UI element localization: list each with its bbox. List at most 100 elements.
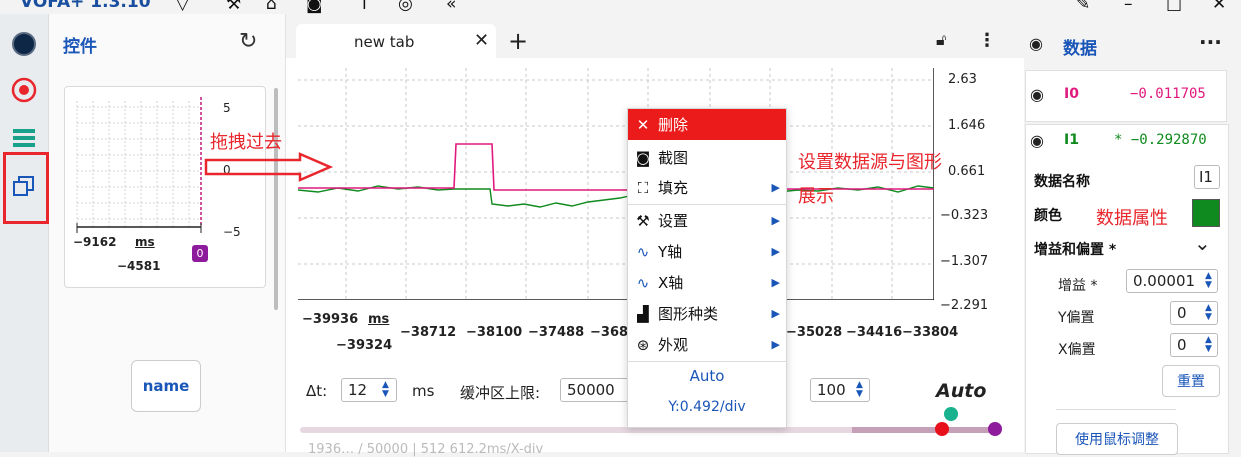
channel-row-i1[interactable]: ◉ I1 * −0.292870 数据名称 I1 颜色 增益和偏置 * ⌄ 增益… [1025,124,1229,455]
name-widget-button[interactable]: name [131,360,201,412]
menu-item-delete[interactable]: ✕ 删除 [628,109,786,140]
x-tick-label: −37488 [528,325,585,340]
left-rail [0,14,49,452]
waveform-plot[interactable] [298,68,934,300]
submenu-arrow-icon: ▶ [771,214,780,227]
menu-label: 填充 [658,179,689,197]
close-window-icon[interactable]: ✕ [1212,0,1226,14]
submenu-arrow-icon: ▶ [771,338,780,351]
data-name-input[interactable]: I1 [1194,165,1220,189]
x-offset-input[interactable]: 0 ▲ ▼ [1170,333,1218,357]
menu-item-x-axis[interactable]: ∿ X轴 ▶ [628,267,786,298]
more-vertical-icon[interactable]: ⋮ [978,30,996,51]
shirt-icon[interactable]: ⌂ [266,0,277,14]
mini-x-left: −9162 [73,235,117,249]
menu-label: 删除 [658,116,689,134]
tab-close-icon[interactable]: ✕ [474,30,489,51]
menu-auto[interactable]: Auto [628,367,786,385]
context-menu: ✕ 删除 ◙ 截图 ⛶ 填充 ▶ ⚒ 设置 ▶ ∿ Y轴 ▶ ∿ X轴 ▶ ▟ … [627,108,787,428]
annotation-arrow [204,152,334,182]
dt-value: 12 [348,381,368,399]
refresh-icon[interactable]: ↻ [239,29,257,54]
pin-icon[interactable]: ✎ [1076,0,1090,14]
menu-label: 截图 [658,149,689,167]
reset-button[interactable]: 重置 [1162,365,1220,397]
auto-button[interactable]: Auto [936,380,986,402]
mini-y-bottom: −5 [223,225,241,239]
menu-label: 外观 [658,336,689,354]
x-tick-label: −35028 [786,325,843,340]
maximize-icon[interactable]: □ [1166,0,1182,14]
y-offset-input[interactable]: 0 ▲ ▼ [1170,301,1218,325]
dt-input[interactable]: 12 ▲ ▼ [341,378,397,402]
eye-icon[interactable]: ◉ [1030,131,1044,150]
divider [1056,409,1176,410]
tab-new[interactable]: new tab ✕ [296,24,496,58]
spinner-icon[interactable]: ▲ ▼ [1205,304,1212,322]
data-name-label: 数据名称 [1034,174,1090,190]
rail-protocol-button[interactable] [8,122,40,154]
more-horizontal-icon[interactable]: ··· [1199,30,1222,54]
x-tick-label: −39324 [336,338,393,353]
x-axis-unit: ms [368,312,390,327]
gain-label: 增益 * [1058,278,1098,294]
info-icon[interactable]: i [362,0,367,14]
dt-label: Δt: [306,382,328,400]
gain-input[interactable]: 0.00001 ▲ ▼ [1126,269,1218,293]
data-title: 数据 [1063,39,1097,59]
spinner-icon[interactable]: ▲ ▼ [856,381,863,399]
channel-name: I1 [1064,132,1079,148]
menu-item-screenshot[interactable]: ◙ 截图 [628,142,786,173]
palette-icon: ⊛ [636,335,650,354]
controls-scrollbar[interactable] [274,88,278,310]
rail-connection-button[interactable] [8,28,40,60]
collapse-icon[interactable]: « [446,0,456,14]
mini-chart-widget[interactable]: 5 0 −5 −9162 ms −4581 0 [64,86,266,288]
submenu-arrow-icon: ▶ [771,307,780,320]
status-faded: 1936… / 50000 | 512 612.2ms/X-div [308,442,544,457]
color-swatch[interactable] [1192,199,1220,227]
y-tick-label: 0.661 [948,164,986,179]
annotation-drag: 拖拽过去 [210,132,282,153]
eye-icon[interactable]: ◉ [1030,85,1044,104]
mouse-adjust-button[interactable]: 使用鼠标调整 [1056,423,1178,455]
title-bar: VOFA+ 1.3.10 ▽ ⚒ ⌂ ◙ i ◎ « ✎ – □ ✕ [0,0,1241,14]
slider-handle-teal[interactable] [944,407,958,421]
wrench-icon[interactable]: ⚒ [226,0,241,14]
x-tick-label: −38712 [400,325,457,340]
annotation-data-props: 数据属性 [1096,208,1168,229]
rail-highlight-box [3,152,49,224]
rail-record-button[interactable] [8,74,40,106]
wrench-icon: ⚒ [636,211,650,230]
menu-item-fill[interactable]: ⛶ 填充 ▶ [628,172,786,203]
lock-icon[interactable]: 🔓︎ [936,30,946,50]
menu-label: 图形种类 [658,305,719,323]
channel-row-i0[interactable]: ◉ I0 −0.011705 [1025,70,1227,122]
add-tab-icon[interactable]: + [508,27,528,55]
spinner-icon[interactable]: ▲ ▼ [382,381,389,399]
fingerprint-icon[interactable]: ◎ [398,0,413,14]
count-input[interactable]: 100 ▲ ▼ [810,378,870,402]
screenshot-icon[interactable]: ◙ [306,0,323,14]
menu-item-y-axis[interactable]: ∿ Y轴 ▶ [628,236,786,267]
buffer-input[interactable]: 50000 [560,378,630,402]
minimize-icon[interactable]: – [1124,0,1133,14]
gain-value: 0.00001 [1133,272,1196,290]
spinner-icon[interactable]: ▲ ▼ [1205,336,1212,354]
wave-icon: ∿ [636,273,650,292]
connect-icon[interactable]: ▽ [176,0,189,14]
spinner-icon[interactable]: ▲ ▼ [1205,272,1212,290]
menu-ydiv: Y:0.492/div [668,399,746,415]
slider-handle-red[interactable] [935,422,949,436]
menu-item-settings[interactable]: ⚒ 设置 ▶ [628,205,786,236]
wave-icon: ∿ [636,242,650,261]
slider-handle-purple[interactable] [988,422,1002,436]
chevron-down-icon[interactable]: ⌄ [1194,231,1211,255]
x-tick-label: −39936 [302,312,359,327]
x-offset-label: X偏置 [1058,342,1096,358]
eye-icon[interactable]: ◉ [1029,34,1043,53]
menu-item-appearance[interactable]: ⊛ 外观 ▶ [628,329,786,360]
menu-item-chart-type[interactable]: ▟ 图形种类 ▶ [628,298,786,329]
data-name-value: I1 [1199,168,1213,186]
buffer-value: 50000 [567,381,615,399]
